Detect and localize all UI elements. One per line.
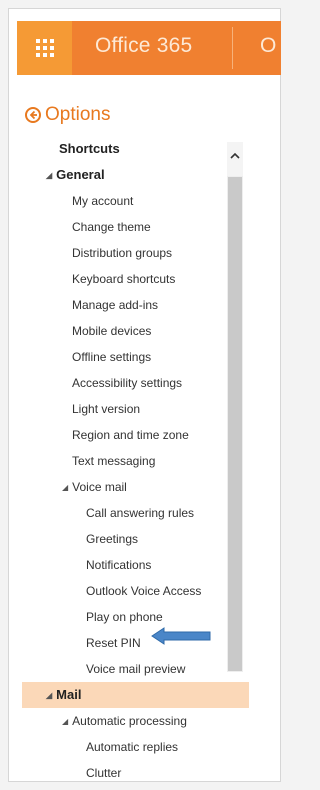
nav-item-clutter[interactable]: Clutter <box>25 760 286 786</box>
back-circle-arrow-icon <box>25 107 41 123</box>
header-divider <box>232 27 233 69</box>
nav-group-mail[interactable]: ◢ Mail <box>22 682 249 708</box>
blue-arrow-icon <box>151 627 211 645</box>
waffle-icon <box>35 39 54 57</box>
brand-title[interactable]: Office 365 <box>95 34 192 58</box>
expanded-triangle-icon: ◢ <box>46 690 53 700</box>
nav-group-label: Mail <box>56 687 82 702</box>
options-back-link[interactable]: Options <box>25 104 110 126</box>
chevron-up-icon <box>230 152 240 159</box>
expanded-triangle-icon: ◢ <box>62 716 69 726</box>
nav-item-greetings[interactable]: Greetings <box>25 526 286 552</box>
nav-group-general[interactable]: ◢ General <box>25 162 246 188</box>
nav-item-outlook-voice-access[interactable]: Outlook Voice Access <box>25 578 286 604</box>
nav-group-label: Voice mail <box>72 480 127 494</box>
nav-item-notifications[interactable]: Notifications <box>25 552 286 578</box>
nav-item-automatic-replies[interactable]: Automatic replies <box>25 734 286 760</box>
nav-item-shortcuts[interactable]: Shortcuts <box>25 136 259 162</box>
nav-item-call-answering-rules[interactable]: Call answering rules <box>25 500 286 526</box>
expanded-triangle-icon: ◢ <box>62 482 69 492</box>
nav-group-label: Automatic processing <box>72 714 187 728</box>
app-launcher-button[interactable] <box>17 21 72 75</box>
office-header: Office 365 O <box>17 21 281 75</box>
nav-scrollbar-thumb[interactable] <box>228 177 242 671</box>
expanded-triangle-icon: ◢ <box>46 170 53 180</box>
nav-item-voice-mail-preview[interactable]: Voice mail preview <box>25 656 286 682</box>
options-title: Options <box>45 104 111 125</box>
nav-group-label: General <box>56 167 105 182</box>
brand-title-partial: O <box>260 34 277 57</box>
scroll-up-button[interactable] <box>227 142 243 176</box>
nav-group-automatic-processing[interactable]: ◢ Automatic processing <box>25 708 262 734</box>
